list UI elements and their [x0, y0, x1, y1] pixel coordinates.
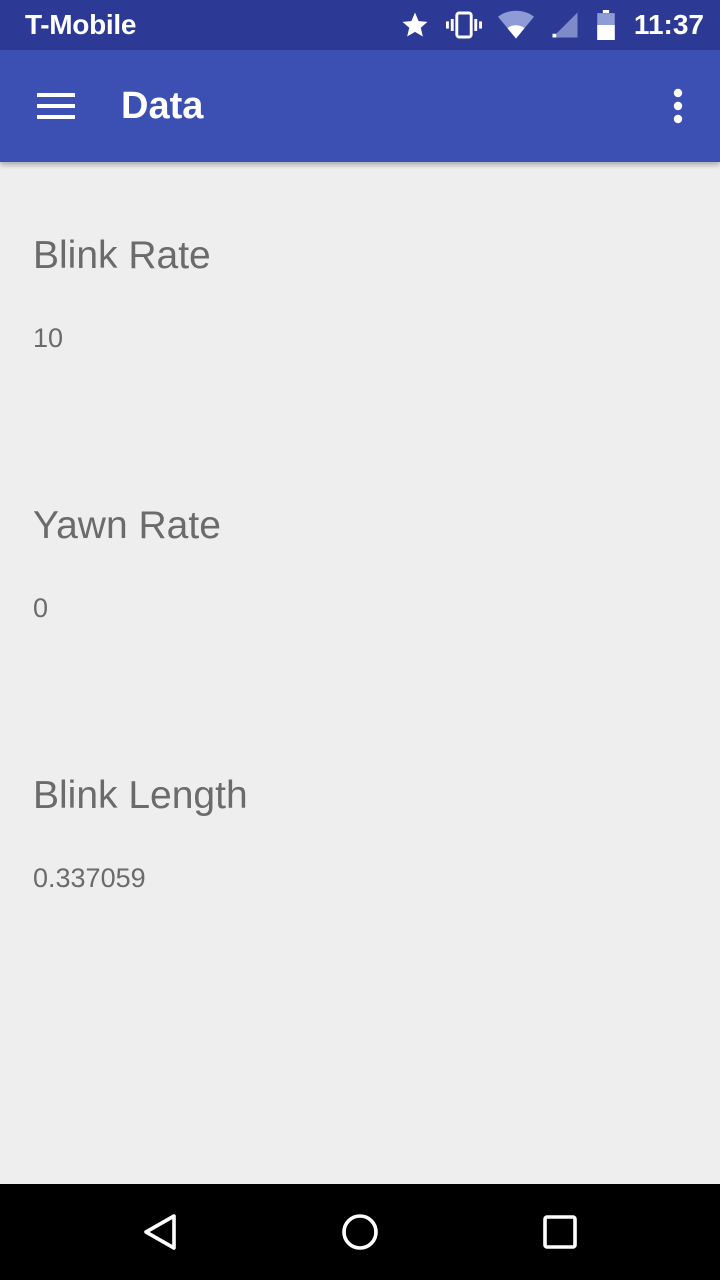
battery-icon [597, 10, 615, 40]
status-bar: T-Mobile 11:37 [0, 0, 720, 50]
system-nav-bar [0, 1184, 720, 1280]
wifi-icon [497, 10, 534, 39]
hamburger-menu-icon [37, 93, 75, 119]
recents-icon [543, 1215, 577, 1249]
metric-label: Blink Rate [33, 234, 211, 277]
carrier-name: T-Mobile [25, 9, 137, 40]
clock: 11:37 [633, 9, 704, 40]
star-icon [402, 12, 428, 37]
metric-value: 10 [33, 323, 64, 353]
home-button[interactable] [324, 1196, 396, 1268]
metric-value: 0 [33, 593, 49, 623]
metric-value: 0.337059 [33, 863, 146, 893]
metric-label: Yawn Rate [33, 504, 221, 547]
overflow-menu-button[interactable] [650, 74, 706, 138]
status-icons: 11:37 [400, 0, 704, 50]
more-vert-icon [673, 88, 683, 124]
recents-button[interactable] [524, 1196, 596, 1268]
home-icon [342, 1214, 378, 1250]
page-title: Data [121, 85, 204, 127]
vibrate-icon [445, 11, 482, 39]
back-icon [144, 1214, 176, 1250]
navigation-menu-button[interactable] [20, 70, 92, 142]
app-bar: Data [0, 50, 720, 162]
back-button[interactable] [124, 1196, 196, 1268]
cell-signal-icon [552, 12, 578, 38]
metric-label: Blink Length [33, 774, 248, 817]
